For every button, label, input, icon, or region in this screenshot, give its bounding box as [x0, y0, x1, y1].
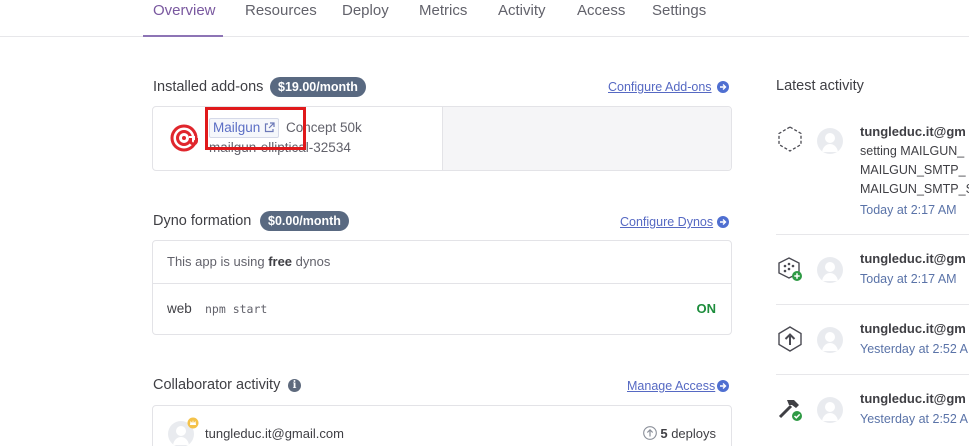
addons-section-title: Installed add-ons — [153, 79, 264, 95]
dyno-status: ON — [696, 301, 717, 316]
info-icon[interactable]: i — [288, 379, 301, 392]
activity-item: tungleduc.it@gm setting MAILGUN_ MAILGUN… — [776, 108, 969, 235]
arrow-right-icon[interactable] — [717, 380, 729, 392]
manage-access-link[interactable]: Manage Access — [627, 379, 715, 393]
dyno-price-badge: $0.00/month — [260, 211, 349, 231]
activity-user[interactable]: tungleduc.it@gm — [860, 124, 966, 139]
collaborator-email: tungleduc.it@gmail.com — [205, 426, 344, 441]
arrow-right-icon[interactable] — [717, 216, 729, 228]
latest-activity-title: Latest activity — [776, 78, 864, 94]
activity-time: Today at 2:17 AM — [860, 203, 957, 217]
avatar — [817, 128, 843, 154]
notice-prefix: This app is using — [167, 254, 265, 269]
activity-user[interactable]: tungleduc.it@gm — [860, 321, 966, 336]
free-dyno-text: This app is using free dynos — [167, 254, 330, 269]
activity-user[interactable]: tungleduc.it@gm — [860, 391, 966, 406]
addon-added-icon — [776, 255, 804, 283]
activity-user[interactable]: tungleduc.it@gm — [860, 251, 966, 266]
collaborator-card: tungleduc.it@gmail.com 5 deploys — [152, 405, 732, 446]
tab-metrics[interactable]: Metrics — [419, 2, 467, 19]
activity-text-line: MAILGUN_SMTP_ — [860, 163, 966, 177]
mailgun-logo-icon — [169, 123, 199, 153]
dyno-card: This app is using free dynos web npm sta… — [152, 240, 732, 335]
configure-dynos-link[interactable]: Configure Dynos — [620, 215, 713, 229]
collaborator-deploys: 5 deploys — [643, 426, 716, 441]
dyno-command: npm start — [205, 302, 268, 316]
app-tab-bar: Overview Resources Deploy Metrics Activi… — [0, 0, 969, 37]
free-dyno-notice: This app is using free dynos — [153, 241, 731, 284]
activity-item: tungleduc.it@gm Yesterday at 2:52 A — [776, 375, 969, 446]
config-vars-icon — [776, 125, 804, 153]
configure-addons-link[interactable]: Configure Add-ons — [608, 80, 712, 94]
addons-price-badge: $19.00/month — [270, 77, 366, 97]
avatar — [817, 327, 843, 353]
activity-time: Today at 2:17 AM — [860, 272, 957, 286]
avatar — [817, 257, 843, 283]
tab-resources[interactable]: Resources — [245, 2, 317, 19]
tab-settings[interactable]: Settings — [652, 2, 706, 19]
notice-bold: free — [268, 254, 293, 269]
deploy-arrow-icon — [643, 426, 658, 440]
active-tab-indicator — [143, 35, 223, 37]
activity-text-line: setting MAILGUN_ — [860, 144, 965, 158]
tab-access[interactable]: Access — [577, 2, 625, 19]
tab-overview[interactable]: Overview — [153, 2, 216, 19]
build-success-icon — [776, 395, 804, 423]
tab-deploy[interactable]: Deploy — [342, 2, 389, 19]
deploy-count-label: deploys — [671, 426, 716, 441]
avatar — [817, 397, 843, 423]
addon-card-empty-panel — [442, 107, 731, 170]
highlight-box — [205, 107, 306, 150]
activity-time: Yesterday at 2:52 A — [860, 342, 968, 356]
activity-time: Yesterday at 2:52 A — [860, 412, 968, 426]
deploy-count-value: 5 — [660, 426, 668, 441]
arrow-right-icon[interactable] — [717, 81, 729, 93]
dyno-type: web — [167, 301, 192, 316]
notice-suffix: dynos — [295, 254, 331, 269]
deploy-icon — [776, 325, 804, 353]
crown-icon — [187, 416, 199, 429]
activity-text-line: MAILGUN_SMTP_S — [860, 182, 969, 196]
activity-item: tungleduc.it@gm Yesterday at 2:52 A — [776, 305, 969, 375]
dyno-section-title: Dyno formation — [153, 213, 252, 229]
tab-activity[interactable]: Activity — [498, 2, 546, 19]
collaborator-section-title: Collaborator activity — [153, 377, 281, 393]
activity-item: tungleduc.it@gm Today at 2:17 AM — [776, 235, 969, 305]
